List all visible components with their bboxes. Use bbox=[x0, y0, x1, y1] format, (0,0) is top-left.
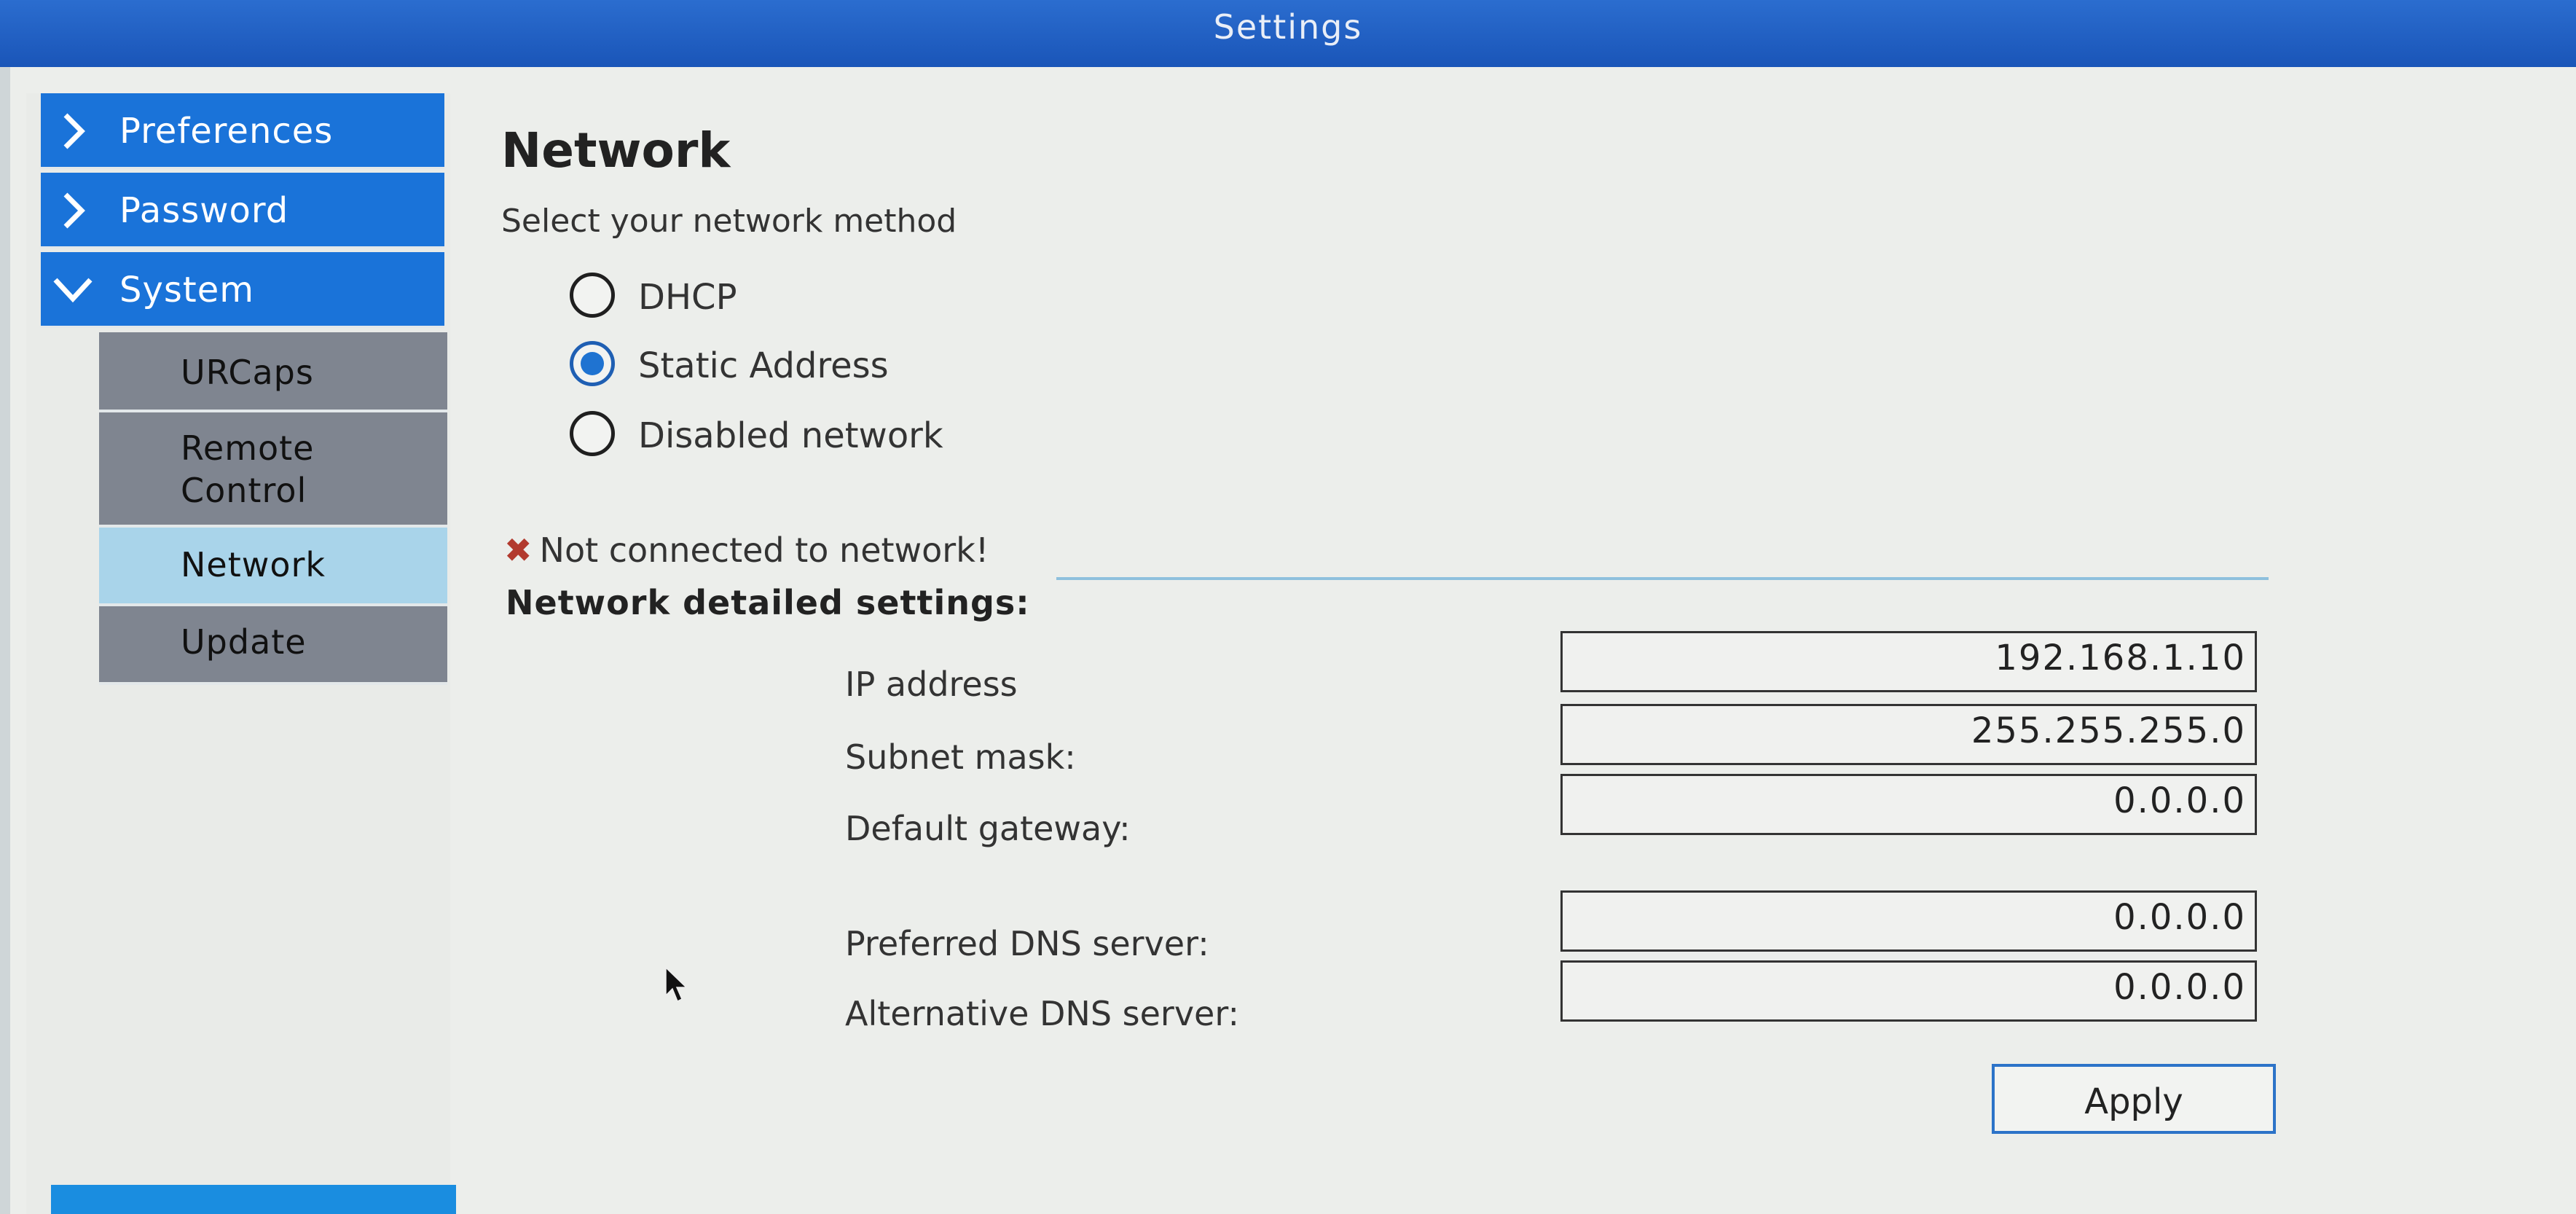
alternative-dns-field[interactable]: 0.0.0.0 bbox=[1560, 960, 2257, 1022]
network-method-prompt: Select your network method bbox=[501, 203, 957, 240]
error-x-icon: ✖ bbox=[504, 530, 533, 570]
status-text: Not connected to network! bbox=[539, 530, 989, 570]
sidebar-item-password[interactable]: Password bbox=[41, 173, 444, 248]
sidebar-bottom-bar bbox=[51, 1185, 456, 1214]
ip-address-label: IP address bbox=[845, 665, 1018, 704]
divider bbox=[1056, 577, 2269, 580]
sidebar-item-update[interactable]: Update bbox=[99, 606, 447, 685]
subnet-mask-field[interactable]: 255.255.255.0 bbox=[1560, 704, 2257, 765]
default-gateway-label: Default gateway: bbox=[845, 809, 1131, 848]
sidebar-item-label: System bbox=[119, 270, 254, 310]
subnet-mask-label: Subnet mask: bbox=[845, 737, 1076, 777]
sidebar-item-label: Update bbox=[181, 622, 307, 662]
sidebar-item-preferences[interactable]: Preferences bbox=[41, 93, 444, 169]
radio-static-address[interactable]: Static Address bbox=[570, 337, 1007, 395]
sidebar-item-network[interactable]: Network bbox=[99, 528, 447, 606]
ip-address-field[interactable]: 192.168.1.10 bbox=[1560, 631, 2257, 692]
chevron-right-icon bbox=[63, 113, 85, 149]
mouse-pointer-icon bbox=[665, 966, 688, 1003]
radio-label: Disabled network bbox=[638, 415, 943, 456]
sidebar-item-label: URCaps bbox=[181, 353, 314, 392]
sidebar-item-label: Remote Control bbox=[181, 428, 315, 510]
sidebar-item-label: Network bbox=[181, 545, 326, 584]
apply-button[interactable]: Apply bbox=[1992, 1064, 2276, 1134]
radio-circle[interactable] bbox=[570, 411, 615, 456]
sidebar-item-remote-control[interactable]: Remote Control bbox=[99, 412, 447, 528]
chevron-down-icon bbox=[53, 278, 93, 303]
window-title: Settings bbox=[1213, 7, 1363, 47]
alternative-dns-label: Alternative DNS server: bbox=[845, 994, 1239, 1033]
details-heading: Network detailed settings: bbox=[506, 583, 1030, 622]
connection-status: ✖ Not connected to network! bbox=[504, 530, 989, 570]
sidebar-item-urcaps[interactable]: URCaps bbox=[99, 332, 447, 412]
radio-circle[interactable] bbox=[570, 341, 615, 386]
default-gateway-field[interactable]: 0.0.0.0 bbox=[1560, 774, 2257, 835]
radio-selected-dot bbox=[581, 352, 604, 375]
radio-circle[interactable] bbox=[570, 273, 615, 318]
radio-label: Static Address bbox=[638, 345, 889, 386]
chevron-right-icon bbox=[63, 192, 85, 229]
preferred-dns-label: Preferred DNS server: bbox=[845, 924, 1209, 963]
title-bar: Settings bbox=[0, 0, 2576, 67]
radio-dhcp[interactable]: DHCP bbox=[570, 268, 1007, 326]
sidebar-item-system[interactable]: System bbox=[41, 252, 444, 328]
radio-label: DHCP bbox=[638, 277, 737, 318]
preferred-dns-field[interactable]: 0.0.0.0 bbox=[1560, 890, 2257, 952]
radio-disabled-network[interactable]: Disabled network bbox=[570, 407, 1007, 465]
sidebar-item-label: Preferences bbox=[119, 111, 334, 152]
sidebar-item-label: Password bbox=[119, 190, 289, 231]
page-title: Network bbox=[501, 122, 731, 179]
